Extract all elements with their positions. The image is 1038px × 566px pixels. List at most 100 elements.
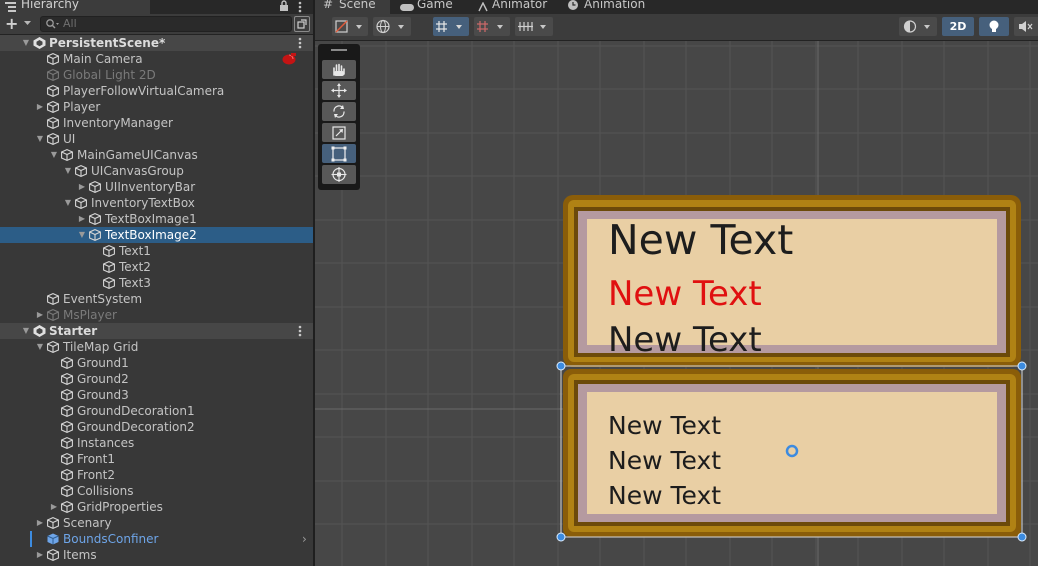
hierarchy-row[interactable]: ▶ TextBoxImage1 bbox=[0, 211, 313, 227]
expand-arrow-icon[interactable]: ▼ bbox=[21, 323, 31, 339]
tab-scene[interactable]: # Scene bbox=[315, 0, 390, 14]
expand-arrow-icon[interactable]: ▼ bbox=[21, 35, 31, 51]
hierarchy-row[interactable]: InventoryManager bbox=[0, 115, 313, 131]
gameobject-cube-icon bbox=[75, 164, 87, 178]
hierarchy-row-label: Player bbox=[63, 100, 101, 114]
hierarchy-row[interactable]: Ground3 bbox=[0, 387, 313, 403]
lighting-toggle[interactable] bbox=[979, 17, 1009, 36]
hierarchy-tab[interactable]: Hierarchy bbox=[0, 0, 150, 14]
hierarchy-row[interactable]: Collisions bbox=[0, 483, 313, 499]
add-button[interactable]: + bbox=[5, 14, 33, 33]
hierarchy-row[interactable]: Text3 bbox=[0, 275, 313, 291]
scale-tool-button[interactable] bbox=[322, 123, 356, 142]
hierarchy-row-label: Main Camera bbox=[63, 52, 143, 66]
expand-arrow-icon[interactable]: ▼ bbox=[49, 147, 59, 163]
expand-arrow-icon[interactable]: ▼ bbox=[63, 195, 73, 211]
grid-snap-toggle[interactable] bbox=[433, 17, 469, 36]
textbox-2-text3: New Text bbox=[608, 481, 722, 510]
collapse-arrow-icon[interactable]: ▶ bbox=[35, 99, 45, 115]
global-view-dropdown[interactable] bbox=[373, 17, 411, 36]
rect-tool-button[interactable] bbox=[322, 144, 356, 163]
expand-arrow-icon[interactable]: ▼ bbox=[63, 163, 73, 179]
hierarchy-tab-bar: Hierarchy bbox=[0, 0, 313, 14]
hierarchy-row[interactable]: PlayerFollowVirtualCamera bbox=[0, 83, 313, 99]
audio-toggle[interactable] bbox=[1014, 17, 1038, 36]
collapse-arrow-icon[interactable]: ▶ bbox=[49, 499, 59, 515]
hierarchy-row[interactable]: ▼ UICanvasGroup bbox=[0, 163, 313, 179]
hierarchy-row[interactable]: ▶ MsPlayer bbox=[0, 307, 313, 323]
scene-viewport[interactable]: New Text New Text New Text New Text New … bbox=[315, 41, 1038, 566]
gameobject-cube-icon bbox=[61, 388, 73, 402]
collapse-arrow-icon[interactable]: ▶ bbox=[35, 307, 45, 323]
hierarchy-row[interactable]: EventSystem bbox=[0, 291, 313, 307]
textbox-image-2[interactable]: New Text New Text New Text bbox=[563, 369, 1021, 537]
collapse-arrow-icon[interactable]: ▶ bbox=[77, 179, 87, 195]
hierarchy-row[interactable]: ▶ Items bbox=[0, 547, 313, 563]
align-dropdown[interactable] bbox=[515, 17, 553, 36]
collapse-arrow-icon[interactable]: ▶ bbox=[77, 211, 87, 227]
transform-tool-button[interactable] bbox=[322, 165, 356, 184]
scene-visibility-icon[interactable] bbox=[294, 16, 310, 32]
mode-2d-toggle[interactable]: 2D bbox=[942, 17, 974, 36]
gameobject-cube-icon bbox=[47, 84, 59, 98]
hierarchy-row[interactable]: ▶ UIInventoryBar bbox=[0, 179, 313, 195]
hierarchy-row[interactable]: GroundDecoration1 bbox=[0, 403, 313, 419]
hierarchy-row[interactable]: Text2 bbox=[0, 259, 313, 275]
gameobject-cube-icon bbox=[61, 436, 73, 450]
gameobject-cube-icon bbox=[47, 340, 59, 354]
textbox-1-text1: New Text bbox=[608, 216, 794, 264]
hierarchy-row[interactable]: ▼ TextBoxImage2 bbox=[0, 227, 313, 243]
collapse-arrow-icon[interactable]: ▶ bbox=[35, 515, 45, 531]
hierarchy-icon bbox=[5, 1, 16, 12]
hierarchy-row[interactable]: Ground2 bbox=[0, 371, 313, 387]
tab-game[interactable]: Game bbox=[399, 0, 469, 14]
gameobject-cube-icon bbox=[47, 132, 59, 146]
hierarchy-row[interactable]: ▶ Player bbox=[0, 99, 313, 115]
hierarchy-row[interactable]: ▼ InventoryTextBox bbox=[0, 195, 313, 211]
shading-mode-dropdown[interactable] bbox=[899, 17, 937, 36]
tab-animation-label: Animation bbox=[584, 0, 646, 11]
scene-row[interactable]: ▼ Starter bbox=[0, 323, 313, 339]
hand-tool-button[interactable] bbox=[322, 60, 356, 79]
collapse-arrow-icon[interactable]: ▶ bbox=[35, 547, 45, 563]
palette-drag-handle[interactable] bbox=[331, 49, 347, 51]
rotate-tool-button[interactable] bbox=[322, 102, 356, 121]
hierarchy-row[interactable]: ▼ MainGameUICanvas bbox=[0, 147, 313, 163]
expand-arrow-icon[interactable]: ▼ bbox=[35, 339, 45, 355]
hierarchy-row[interactable]: Ground1 bbox=[0, 355, 313, 371]
hierarchy-row-label: PersistentScene* bbox=[49, 36, 166, 50]
hierarchy-row-label: UICanvasGroup bbox=[91, 164, 184, 178]
hierarchy-row[interactable]: ▼ TileMap Grid bbox=[0, 339, 313, 355]
hierarchy-row[interactable]: BoundsConfiner › bbox=[0, 531, 313, 547]
draw-mode-dropdown[interactable] bbox=[332, 17, 368, 36]
search-input[interactable]: All bbox=[40, 16, 292, 32]
gameobject-cube-icon bbox=[47, 68, 59, 82]
hierarchy-row[interactable]: ▶ GridProperties bbox=[0, 499, 313, 515]
scene-row[interactable]: ▼ PersistentScene* bbox=[0, 35, 313, 51]
hierarchy-row[interactable]: GroundDecoration2 bbox=[0, 419, 313, 435]
expand-arrow-icon[interactable]: ▼ bbox=[77, 227, 87, 243]
textbox-image-1[interactable]: New Text New Text New Text bbox=[563, 195, 1021, 367]
move-tool-button[interactable] bbox=[322, 81, 356, 100]
scene-panel: # Scene Game Animator Animation 2D New T… bbox=[315, 0, 1038, 566]
hierarchy-row-label: Ground3 bbox=[77, 388, 129, 402]
gameobject-cube-icon bbox=[103, 260, 115, 274]
hierarchy-row[interactable]: Text1 bbox=[0, 243, 313, 259]
lock-icon[interactable] bbox=[279, 0, 289, 15]
hierarchy-row[interactable]: Global Light 2D bbox=[0, 67, 313, 83]
textbox-2-text2: New Text bbox=[608, 446, 722, 475]
tab-animator[interactable]: Animator bbox=[477, 0, 557, 14]
prefab-open-chevron-icon[interactable]: › bbox=[302, 531, 307, 547]
unity-scene-icon bbox=[33, 325, 46, 337]
gameobject-cube-icon bbox=[61, 452, 73, 466]
hierarchy-row[interactable]: Front2 bbox=[0, 467, 313, 483]
search-placeholder: All bbox=[63, 17, 77, 30]
hierarchy-row[interactable]: Instances bbox=[0, 435, 313, 451]
hierarchy-row[interactable]: ▼ UI bbox=[0, 131, 313, 147]
increment-snap-dropdown[interactable] bbox=[474, 17, 510, 36]
hierarchy-row[interactable]: ▶ Scenary bbox=[0, 515, 313, 531]
expand-arrow-icon[interactable]: ▼ bbox=[35, 131, 45, 147]
hierarchy-row[interactable]: Front1 bbox=[0, 451, 313, 467]
tab-animation[interactable]: Animation bbox=[567, 0, 657, 14]
hierarchy-row[interactable]: Main Camera bbox=[0, 51, 313, 67]
